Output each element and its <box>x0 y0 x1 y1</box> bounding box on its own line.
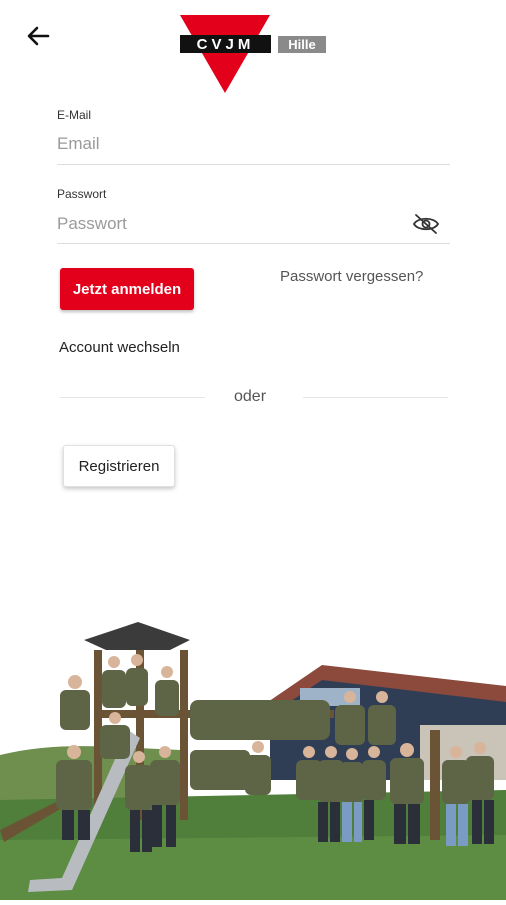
password-input[interactable] <box>57 214 397 234</box>
email-label: E-Mail <box>57 108 92 122</box>
eye-off-icon <box>412 214 440 234</box>
password-underline <box>57 243 450 244</box>
email-underline <box>57 164 450 165</box>
or-text: oder <box>234 388 267 405</box>
switch-account-link[interactable]: Account wechseln <box>59 339 180 356</box>
login-button[interactable]: Jetzt anmelden <box>60 268 194 310</box>
divider-left <box>60 397 205 398</box>
password-label: Passwort <box>57 187 107 201</box>
password-visibility-toggle[interactable] <box>412 213 440 235</box>
logo: CVJM Hille <box>180 15 330 95</box>
group-photo <box>0 610 506 900</box>
divider-right <box>303 397 448 398</box>
forgot-password-link[interactable]: Passwort vergessen? <box>280 268 423 285</box>
logo-sub: Hille <box>288 37 315 52</box>
logo-text: CVJM <box>197 36 255 53</box>
back-button[interactable] <box>22 20 54 52</box>
register-button[interactable]: Registrieren <box>63 445 175 487</box>
arrow-left-icon <box>27 26 50 46</box>
email-input[interactable] <box>57 134 397 154</box>
